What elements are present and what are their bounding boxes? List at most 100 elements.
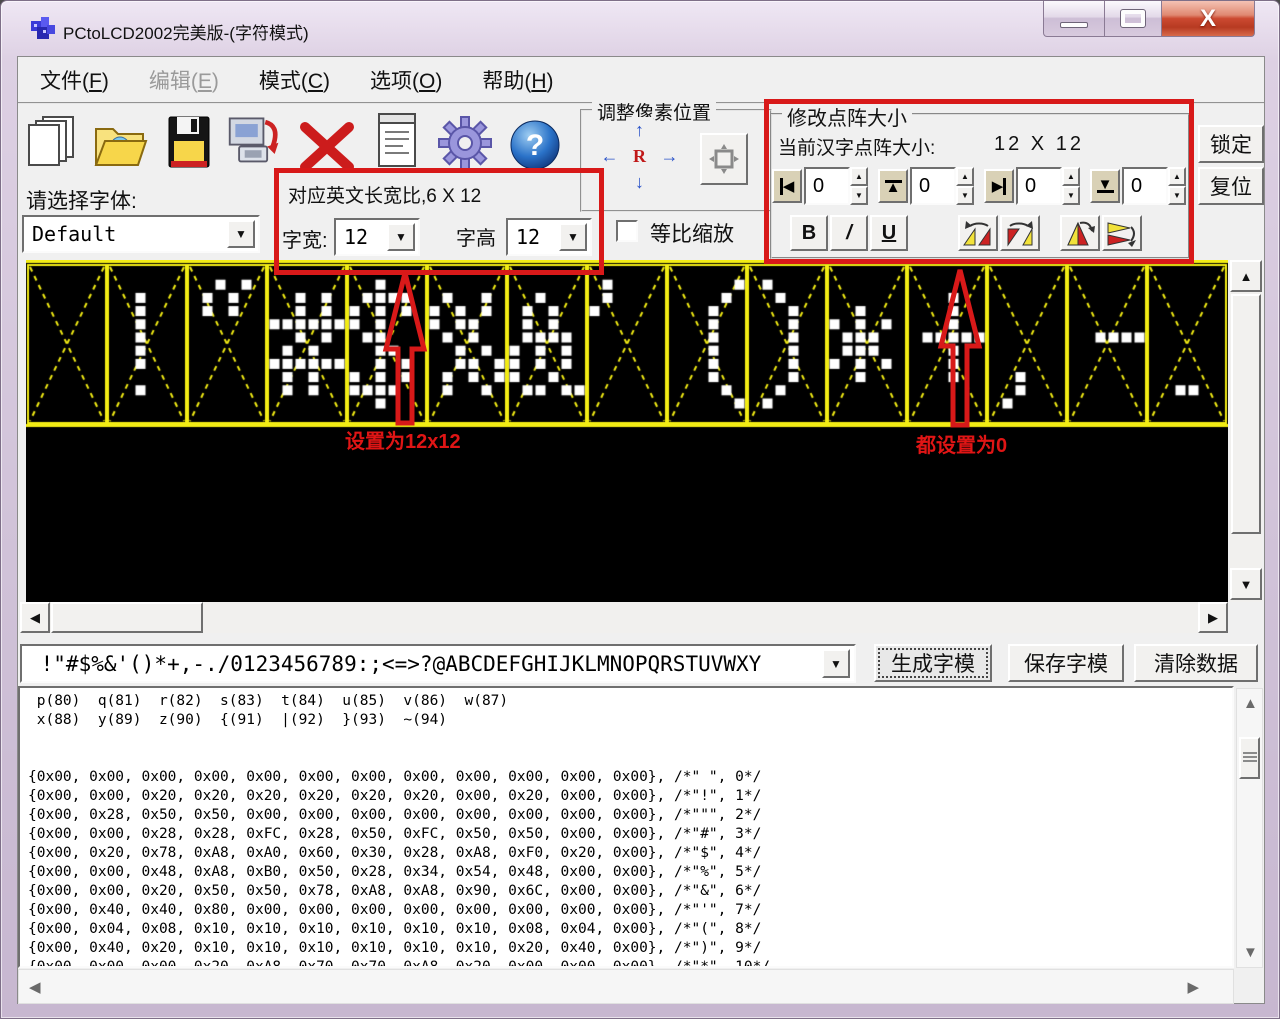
rotate-right-button[interactable] — [1000, 215, 1040, 251]
reset-position-button[interactable]: R — [626, 143, 653, 169]
flip-horizontal-button[interactable] — [1102, 215, 1142, 251]
spin-up-icon[interactable]: ▲ — [1168, 167, 1186, 186]
charset-combobox[interactable]: !"#$%&'()*+,-./0123456789:;<=>?@ABCDEFGH… — [20, 644, 856, 683]
triangle-left-icon: ◀ — [782, 178, 795, 195]
trim-right-spinner[interactable]: ▲ ▼ — [1062, 167, 1080, 205]
window-title: PCtoLCD2002完美版-(字符模式) — [63, 24, 309, 43]
char-height-dropdown-button[interactable]: ▼ — [559, 223, 587, 251]
spin-up-icon[interactable]: ▲ — [956, 167, 974, 186]
shift-left-button[interactable]: ← — [596, 143, 623, 169]
export-button[interactable] — [226, 109, 284, 169]
preview-vertical-scrollbar[interactable]: ▲ ▼ — [1230, 260, 1262, 602]
shift-up-button[interactable]: ↑ — [626, 117, 653, 143]
shift-right-button[interactable]: → — [656, 143, 683, 169]
menu-help[interactable]: 帮助(H) — [474, 61, 561, 99]
shift-down-button[interactable]: ↓ — [626, 169, 653, 195]
trim-top-field[interactable]: 0 — [910, 167, 956, 205]
scrollbar-thumb[interactable] — [1231, 294, 1261, 534]
scroll-right-button[interactable]: ▶ — [1198, 602, 1228, 633]
trim-right-button[interactable]: ▶ — [984, 169, 1014, 203]
flip-vertical-button[interactable] — [1060, 215, 1100, 251]
maximize-button[interactable] — [1105, 1, 1161, 37]
minimize-button[interactable] — [1043, 1, 1105, 37]
settings-button[interactable] — [436, 113, 494, 173]
pixel-adjust-title: 调整像素位置 — [592, 98, 717, 125]
char-height-value: 12 — [516, 225, 541, 249]
menu-mode[interactable]: 模式(C) — [251, 61, 338, 99]
output-vertical-scrollbar[interactable]: ▲ ▼ — [1236, 688, 1263, 968]
close-icon: X — [1199, 4, 1216, 32]
char-preview-canvas[interactable] — [26, 260, 1228, 602]
help-button[interactable]: ? — [506, 115, 564, 175]
center-icon — [709, 144, 739, 174]
spin-down-icon[interactable]: ▼ — [850, 186, 868, 205]
font-select-label: 请选择字体: — [26, 190, 137, 213]
minimize-icon — [1060, 21, 1088, 28]
trim-left-spinner[interactable]: ▲ ▼ — [850, 167, 868, 205]
rotate-left-icon — [963, 221, 991, 246]
menu-options[interactable]: 选项(O) — [362, 61, 450, 99]
ratio-label: 对应英文长宽比,6 X 12 — [288, 186, 482, 207]
scroll-right-icon[interactable]: ▶ — [1187, 978, 1199, 996]
charset-dropdown-button[interactable]: ▼ — [822, 649, 850, 678]
output-area[interactable]: p(80) q(81) r(82) s(83) t(84) u(85) v(86… — [18, 686, 1234, 968]
clear-data-button[interactable]: 清除数据 — [1134, 644, 1258, 682]
open-file-button[interactable] — [92, 115, 150, 175]
flip-horizontal-icon — [1107, 222, 1136, 247]
bold-button[interactable]: B — [790, 215, 828, 251]
scrollbar-thumb[interactable] — [51, 602, 203, 633]
menu-file[interactable]: 文件(F) — [32, 61, 117, 99]
trim-bottom-field[interactable]: 0 — [1122, 167, 1168, 205]
trim-top-spinner[interactable]: ▲ ▼ — [956, 167, 974, 205]
trim-bottom-spinner[interactable]: ▲ ▼ — [1168, 167, 1186, 205]
generate-button[interactable]: 生成字模 — [874, 644, 992, 682]
center-glyph-button[interactable] — [700, 133, 748, 185]
arrow-down-icon: ↓ — [635, 171, 644, 192]
trim-bottom-button[interactable]: ▼ — [1090, 169, 1120, 203]
scale-checkbox[interactable] — [616, 220, 638, 242]
spin-up-icon[interactable]: ▲ — [1062, 167, 1080, 186]
scroll-left-button[interactable]: ◀ — [20, 602, 50, 633]
lock-button[interactable]: 锁定 — [1198, 125, 1264, 163]
title-bar[interactable]: PCtoLCD2002完美版-(字符模式) X — [1, 1, 1279, 56]
preview-horizontal-scrollbar[interactable]: ◀ ▶ — [20, 602, 1228, 633]
scroll-down-button[interactable]: ▼ — [1230, 568, 1262, 600]
spin-up-icon[interactable]: ▲ — [850, 167, 868, 186]
scrollbar-thumb[interactable] — [1239, 737, 1260, 779]
spin-down-icon[interactable]: ▼ — [1168, 186, 1186, 205]
spin-down-icon[interactable]: ▼ — [1062, 186, 1080, 205]
scroll-left-icon[interactable]: ◀ — [29, 978, 41, 996]
trim-right-field[interactable]: 0 — [1016, 167, 1062, 205]
menu-edit[interactable]: 编辑(E) — [141, 61, 227, 99]
flip-vertical-icon — [1067, 221, 1095, 246]
trim-left-field[interactable]: 0 — [804, 167, 850, 205]
char-height-combobox[interactable]: 12 ▼ — [506, 218, 592, 256]
save-button[interactable] — [160, 113, 218, 173]
rotate-left-button[interactable] — [958, 215, 998, 251]
char-width-dropdown-button[interactable]: ▼ — [387, 223, 415, 251]
underline-button[interactable]: U — [870, 215, 908, 251]
spin-down-icon[interactable]: ▼ — [956, 186, 974, 205]
trim-left-button[interactable]: ◀ — [772, 169, 802, 203]
scroll-down-icon[interactable]: ▼ — [1243, 944, 1258, 961]
close-button[interactable]: X — [1161, 1, 1255, 37]
italic-button[interactable]: / — [830, 215, 868, 251]
new-file-button[interactable] — [24, 111, 82, 171]
save-floppy-icon — [168, 116, 210, 168]
char-width-value: 12 — [344, 225, 369, 249]
font-select-value: Default — [32, 222, 117, 246]
font-select-dropdown-button[interactable]: ▼ — [227, 220, 255, 248]
scroll-up-icon[interactable]: ▲ — [1243, 695, 1258, 712]
save-font-button[interactable]: 保存字模 — [1008, 644, 1124, 682]
font-select-combobox[interactable]: Default ▼ — [22, 215, 260, 253]
arrow-left-icon: ← — [600, 145, 619, 166]
output-horizontal-scrollbar[interactable]: ◀ ▶ — [18, 969, 1234, 1004]
scroll-up-button[interactable]: ▲ — [1230, 260, 1262, 292]
trim-top-button[interactable]: ▲ — [878, 169, 908, 203]
export-icon — [228, 117, 279, 163]
notes-button[interactable] — [368, 111, 426, 171]
reset-button[interactable]: 复位 — [1198, 167, 1264, 205]
delete-button[interactable] — [298, 117, 356, 177]
char-width-combobox[interactable]: 12 ▼ — [334, 218, 420, 256]
output-text: p(80) q(81) r(82) s(83) t(84) u(85) v(86… — [28, 693, 771, 968]
